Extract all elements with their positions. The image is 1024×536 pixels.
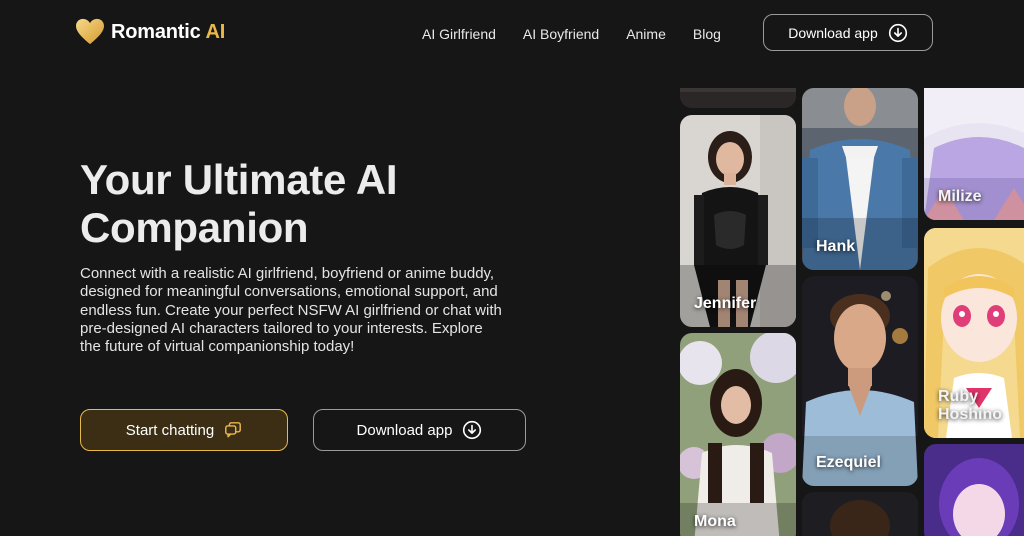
character-name: Ruby Hoshino	[938, 388, 1002, 423]
character-gallery: Jennifer Mona Hank Ezequiel Milize Ruby …	[680, 88, 1024, 536]
hero-description: Connect with a realistic AI girlfriend, …	[80, 265, 502, 356]
character-name: Jennifer	[694, 295, 757, 312]
main-nav: AI Girlfriend AI Boyfriend Anime Blog	[422, 26, 721, 42]
character-card-mona[interactable]: Mona	[680, 333, 796, 536]
hero-title: Your Ultimate AI Companion	[80, 156, 398, 251]
character-card-ruby-hoshino[interactable]: Ruby Hoshino	[924, 228, 1024, 438]
brand-logo[interactable]: Romantic AI	[75, 18, 225, 46]
header-download-label: Download app	[788, 24, 878, 41]
character-name: Hank	[816, 238, 856, 255]
character-name: Ezequiel	[816, 454, 881, 471]
heart-icon	[76, 18, 104, 45]
portrait-image	[680, 88, 796, 108]
header-download-button[interactable]: Download app	[763, 14, 933, 51]
download-icon	[463, 420, 482, 440]
portrait-image	[802, 492, 918, 536]
chat-bubbles-icon	[225, 422, 242, 438]
character-name: Milize	[938, 188, 982, 205]
character-name: Mona	[694, 513, 736, 530]
portrait-image	[924, 444, 1024, 536]
start-chatting-label: Start chatting	[125, 421, 215, 439]
download-icon	[888, 23, 907, 42]
nav-anime[interactable]: Anime	[626, 26, 666, 42]
brand-name-accent: AI	[205, 20, 226, 43]
character-card-ezequiel[interactable]: Ezequiel	[802, 276, 918, 486]
hero-download-label: Download app	[356, 421, 453, 439]
nav-blog[interactable]: Blog	[693, 26, 721, 42]
site-header: Romantic AI AI Girlfriend AI Boyfriend An…	[0, 0, 1024, 70]
character-card-partial[interactable]	[924, 444, 1024, 536]
start-chatting-button[interactable]: Start chatting	[80, 409, 288, 451]
character-card-jennifer[interactable]: Jennifer	[680, 115, 796, 327]
character-card-hank[interactable]: Hank	[802, 88, 918, 270]
portrait-image	[680, 333, 796, 536]
hero-download-button[interactable]: Download app	[313, 409, 526, 451]
character-card-partial[interactable]	[802, 492, 918, 536]
nav-ai-girlfriend[interactable]: AI Girlfriend	[422, 26, 496, 42]
nav-ai-boyfriend[interactable]: AI Boyfriend	[523, 26, 599, 42]
character-card-partial[interactable]	[680, 88, 796, 108]
character-card-milize[interactable]: Milize	[924, 88, 1024, 220]
brand-name: Romantic AI	[111, 20, 226, 43]
